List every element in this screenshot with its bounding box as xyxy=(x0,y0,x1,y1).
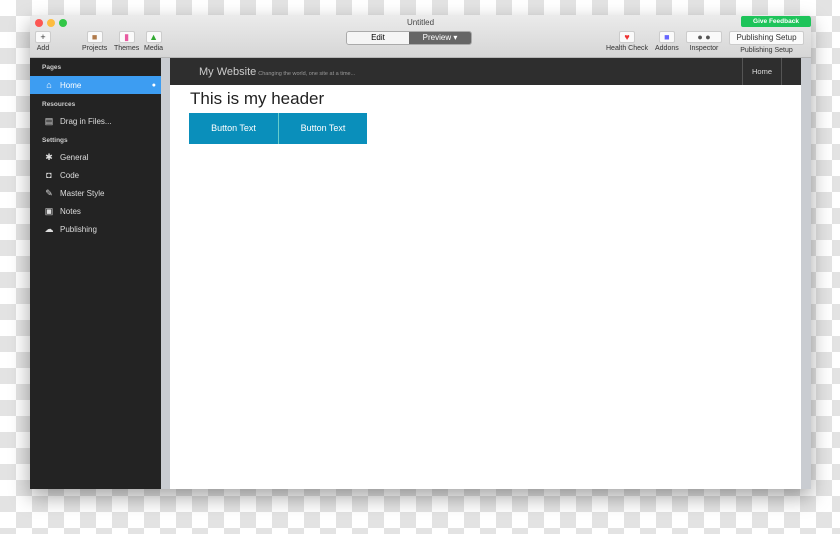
nav-home-link[interactable]: Home xyxy=(742,58,782,85)
site-tagline: Changing the world, one site at a time..… xyxy=(258,71,356,77)
tab-edit[interactable]: Edit xyxy=(347,32,409,44)
resources-header: Resources xyxy=(42,101,76,108)
mode-toggle[interactable]: Edit Preview ▾ xyxy=(346,31,472,45)
site-navbar: My Website Changing the world, one site a… xyxy=(170,58,801,85)
window-title: Untitled xyxy=(406,18,435,27)
dot-indicator: ● xyxy=(151,81,156,89)
sidebar-item-general[interactable]: ✱ General xyxy=(30,148,161,166)
sidebar-item-code[interactable]: ◘ Code xyxy=(30,166,161,184)
info-icon: ● ● xyxy=(686,31,722,43)
themes-button[interactable]: ▮ Themes xyxy=(114,31,139,52)
tab-preview[interactable]: Preview ▾ xyxy=(409,32,471,44)
sidebar-item-notes[interactable]: ▣ Notes xyxy=(30,202,161,220)
sidebar-item-publishing[interactable]: ☁ Publishing xyxy=(30,220,161,238)
addons-button[interactable]: ■ Addons xyxy=(655,31,679,52)
puzzle-icon: ■ xyxy=(658,31,675,43)
heart-icon: ♥ xyxy=(619,31,636,43)
eyedropper-icon: ✎ xyxy=(45,187,53,198)
sidebar-item-home[interactable]: ⌂ Home ● xyxy=(30,76,161,94)
preview-pane: My Website Changing the world, one site a… xyxy=(170,58,801,489)
sidebar-item-master-style[interactable]: ✎ Master Style xyxy=(30,184,161,202)
toolbar: Untitled Give Feedback + Add ■ Projects ▮ T… xyxy=(30,15,811,58)
inspector-button[interactable]: ● ● Inspector xyxy=(686,31,722,52)
sidebar-item-drag-files[interactable]: ▤ Drag in Files... xyxy=(30,112,161,130)
pages-header: Pages xyxy=(42,64,62,71)
button-2[interactable]: Button Text xyxy=(278,113,367,144)
health-check-button[interactable]: ♥ Health Check xyxy=(606,31,648,52)
caret-down-icon: ▾ xyxy=(453,33,458,42)
home-icon: ⌂ xyxy=(46,80,52,90)
media-button[interactable]: ▲ Media xyxy=(144,31,163,52)
plus-icon: + xyxy=(35,31,51,43)
app-window: Untitled Give Feedback + Add ■ Projects ▮ T… xyxy=(30,15,811,489)
publishing-setup-button[interactable]: Publishing Setup Publishing Setup xyxy=(729,31,804,54)
cloud-icon: ☁ xyxy=(44,223,54,234)
image-icon: ▲ xyxy=(145,31,162,43)
palette-icon: ▮ xyxy=(118,31,135,43)
projects-button[interactable]: ■ Projects xyxy=(82,31,107,52)
button-1[interactable]: Button Text xyxy=(189,113,278,144)
give-feedback-button[interactable]: Give Feedback xyxy=(741,16,811,27)
add-button[interactable]: + Add xyxy=(35,31,51,52)
code-icon: ◘ xyxy=(46,170,52,180)
gear-icon: ✱ xyxy=(45,151,53,162)
sidebar: Pages ⌂ Home ● Resources ▤ Drag in Files...… xyxy=(30,58,161,489)
notes-icon: ▣ xyxy=(44,205,54,216)
settings-header: Settings xyxy=(42,137,68,144)
site-brand[interactable]: My Website Changing the world, one site a… xyxy=(199,66,355,78)
box-icon: ■ xyxy=(86,31,103,43)
page-header: This is my header xyxy=(190,89,325,108)
file-icon: ▤ xyxy=(44,115,54,126)
